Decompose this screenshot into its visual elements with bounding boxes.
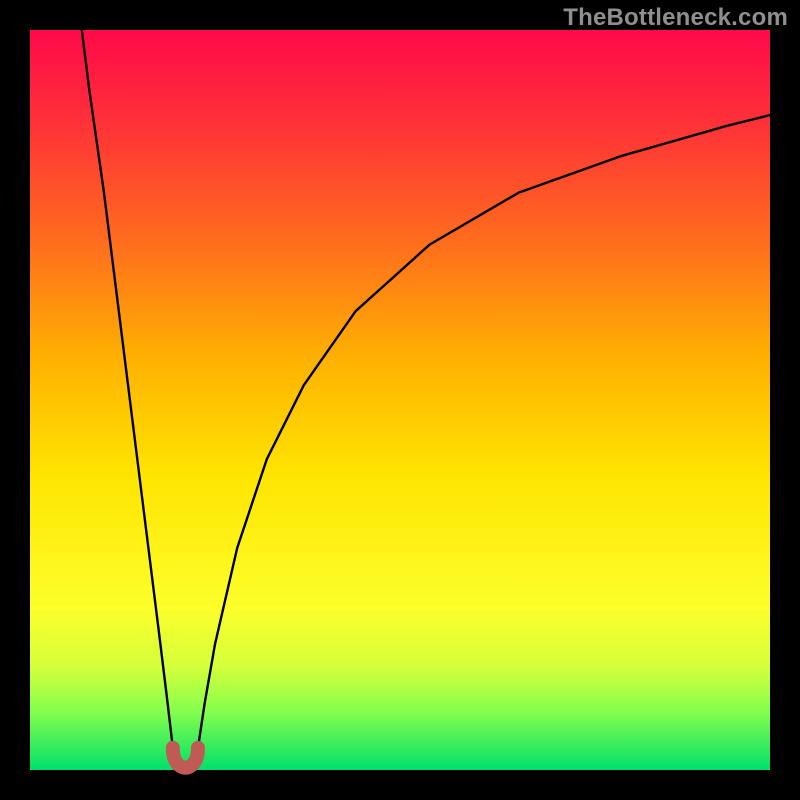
bottleneck-chart xyxy=(0,0,800,800)
watermark-text: TheBottleneck.com xyxy=(563,4,788,32)
outer-frame: TheBottleneck.com xyxy=(0,0,800,800)
plot-area xyxy=(30,30,770,770)
